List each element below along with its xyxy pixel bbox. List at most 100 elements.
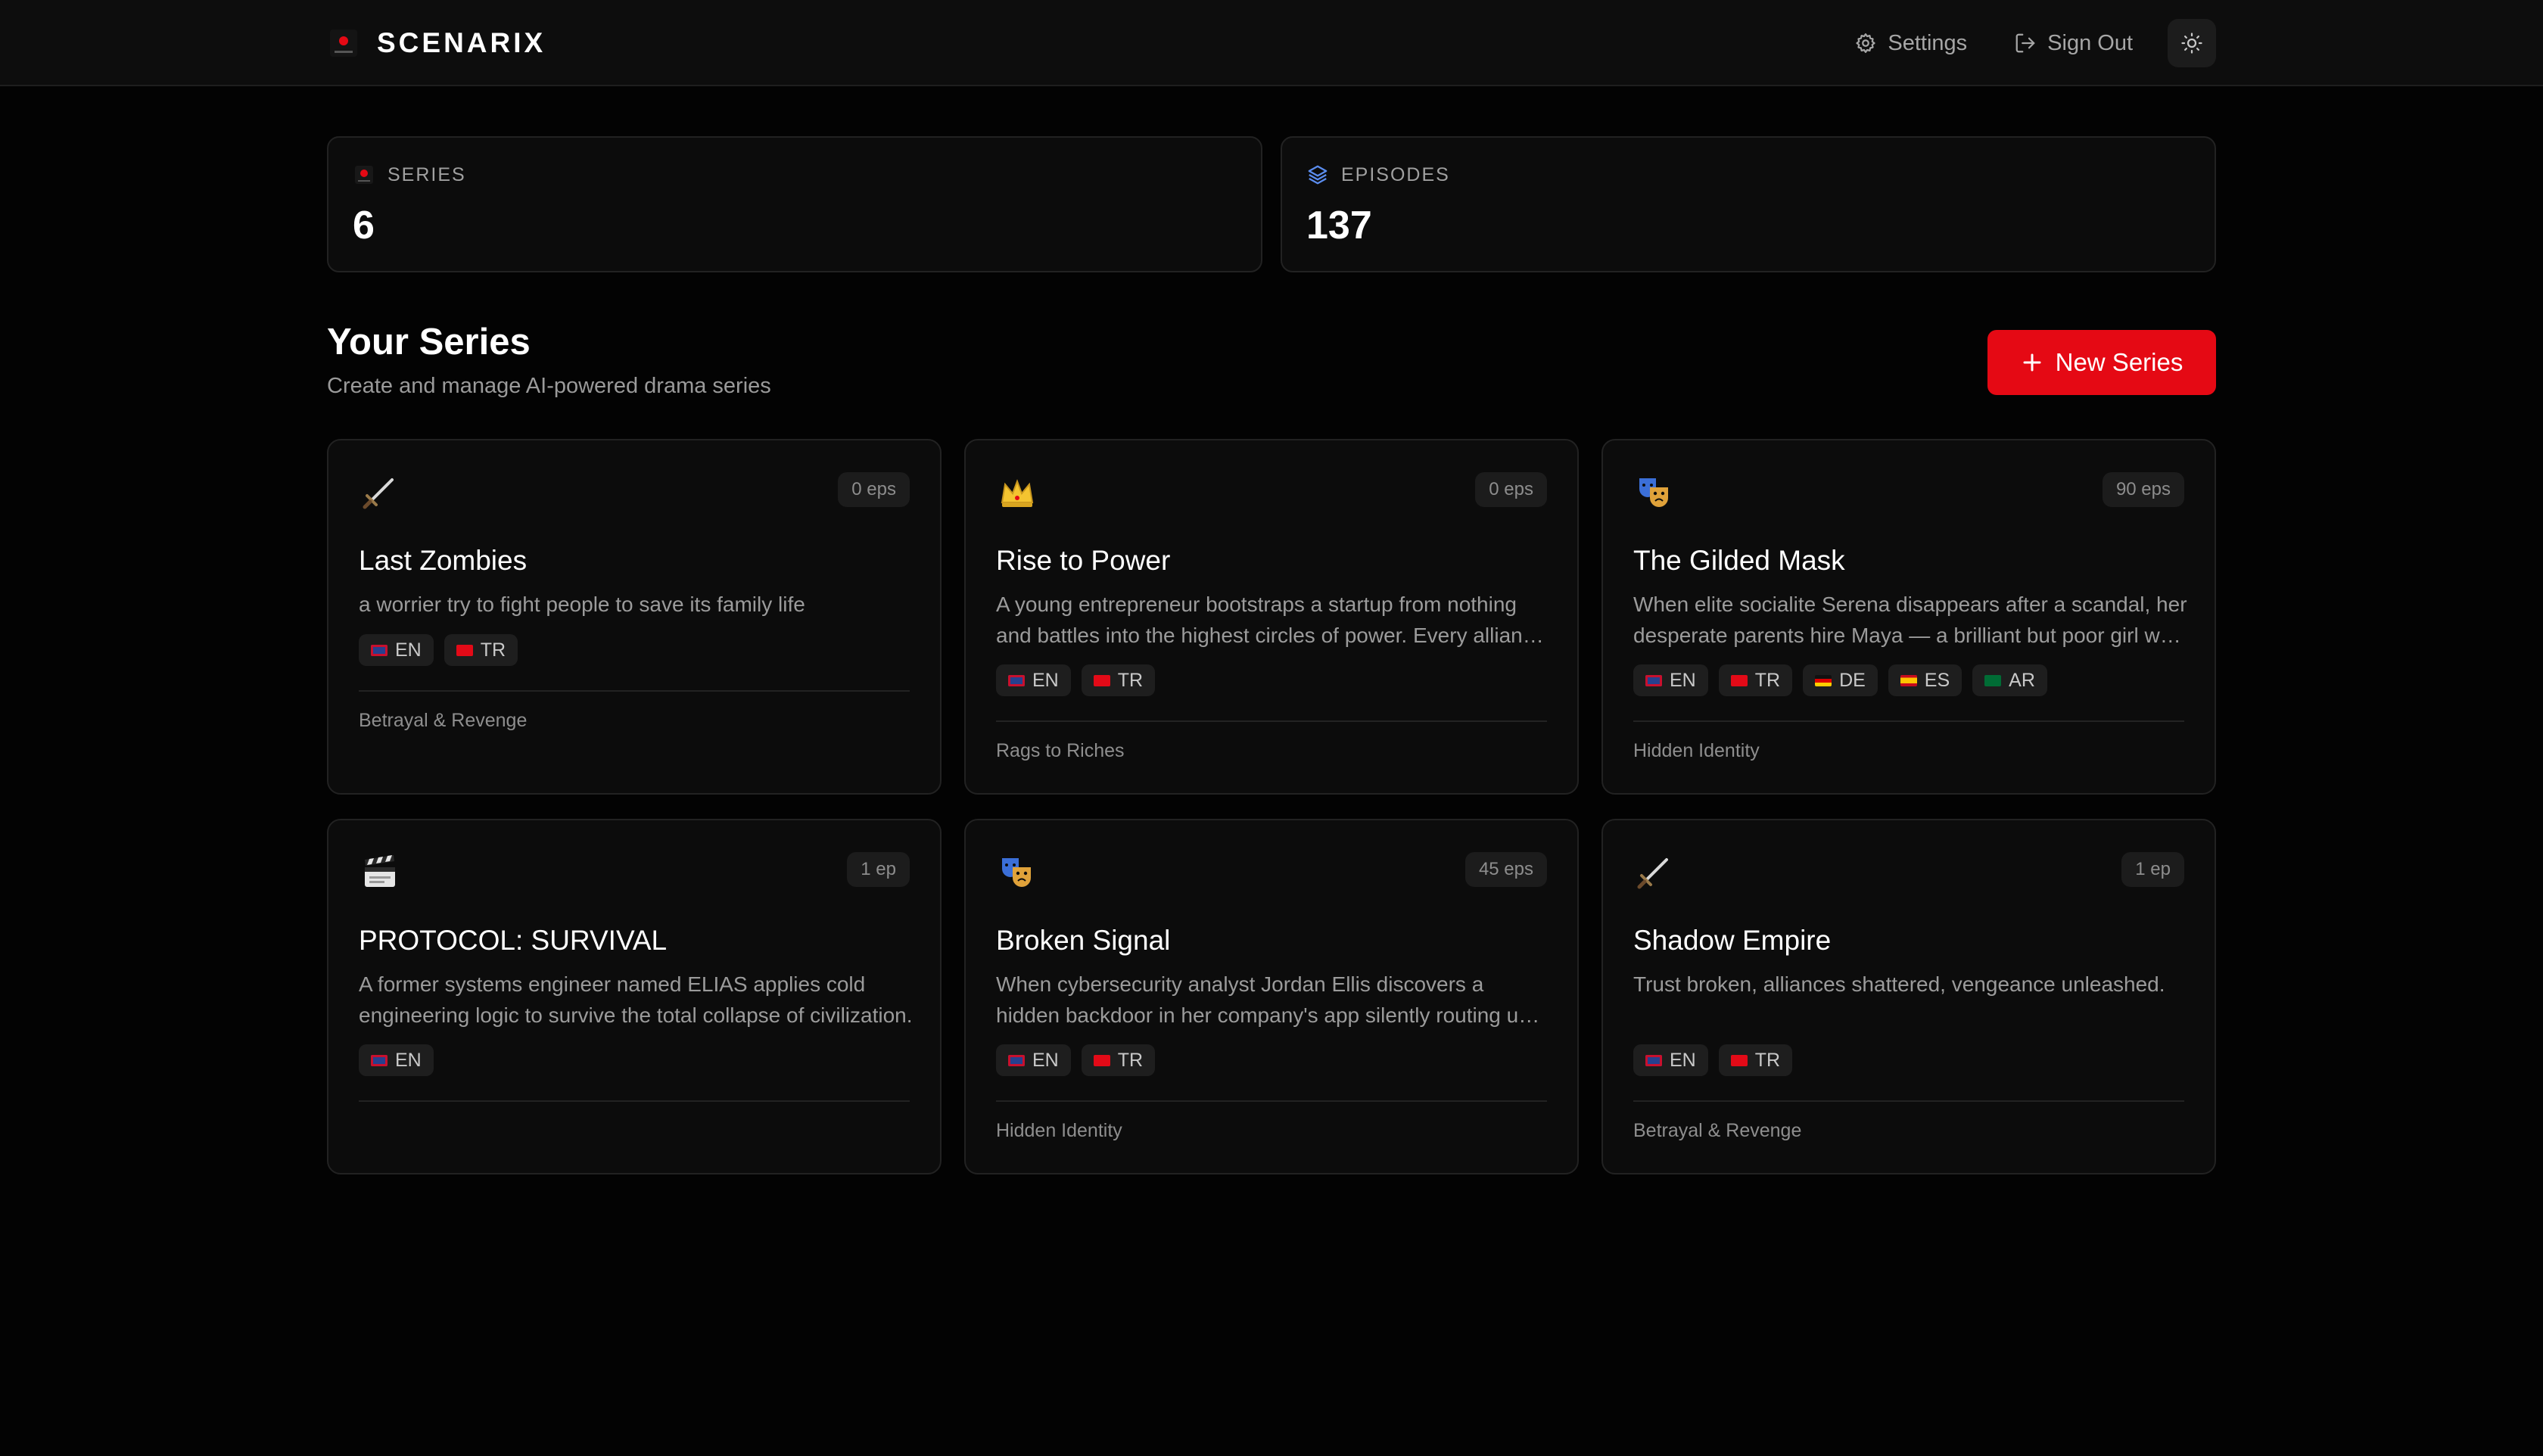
episode-count-badge: 45 eps xyxy=(1464,852,1547,887)
series-title: PROTOCOL: SURVIVAL xyxy=(359,925,668,956)
dagger-icon xyxy=(1637,858,1668,889)
language-badge: EN xyxy=(359,634,434,666)
turkey-flag-icon xyxy=(456,644,473,656)
stat-header: EPISODES xyxy=(1306,163,1450,186)
language-list: EN TR xyxy=(996,1044,1156,1076)
uk-flag-icon xyxy=(371,1054,388,1066)
sun-icon xyxy=(2181,33,2202,54)
stat-value: 137 xyxy=(1306,204,1372,247)
card-divider xyxy=(1633,1100,2184,1102)
series-card[interactable]: 45 eps Broken Signal When cybersecurity … xyxy=(964,819,1579,1174)
settings-label: Settings xyxy=(1888,30,1968,55)
settings-button[interactable]: Settings xyxy=(1838,20,1984,67)
uk-flag-icon xyxy=(1645,1054,1662,1066)
series-title: Last Zombies xyxy=(359,545,528,576)
uk-flag-icon xyxy=(1008,1054,1025,1066)
card-divider xyxy=(996,720,1547,722)
saudi-flag-icon xyxy=(1984,674,2002,686)
episode-count-badge: 90 eps xyxy=(2102,472,2184,507)
stat-card-episodes: EPISODES 137 xyxy=(1281,136,2216,272)
language-badge: TR xyxy=(444,634,518,666)
language-list: EN TR xyxy=(359,634,518,666)
series-description: When cybersecurity analyst Jordan Ellis … xyxy=(996,972,1549,1027)
language-badge: EN xyxy=(359,1044,434,1076)
series-card[interactable]: 1 ep Shadow Empire Trust broken, allianc… xyxy=(1601,819,2216,1174)
plus-icon xyxy=(2023,353,2041,372)
series-genre: Hidden Identity xyxy=(996,1120,1122,1141)
language-badge: TR xyxy=(1718,664,1793,696)
language-badge: TR xyxy=(1718,1044,1793,1076)
brand[interactable]: SCENARIX xyxy=(328,26,546,61)
stat-header: SERIES xyxy=(353,163,466,186)
theme-toggle-button[interactable] xyxy=(2168,19,2216,67)
series-card[interactable]: 0 eps Rise to Power A young entrepreneur… xyxy=(964,439,1579,795)
language-badge: DE xyxy=(1803,664,1878,696)
uk-flag-icon xyxy=(1008,674,1025,686)
series-card[interactable]: 90 eps The Gilded Mask When elite social… xyxy=(1601,439,2216,795)
stat-card-series: SERIES 6 xyxy=(327,136,1262,272)
uk-flag-icon xyxy=(1645,674,1662,686)
theater-masks-icon xyxy=(1002,858,1031,887)
series-genre: Rags to Riches xyxy=(996,740,1125,761)
language-list: EN xyxy=(359,1044,434,1076)
language-badge: EN xyxy=(1633,1044,1708,1076)
card-divider xyxy=(359,690,910,692)
series-description: A young entrepreneur bootstraps a startu… xyxy=(996,593,1545,647)
episode-count-badge: 0 eps xyxy=(838,472,910,507)
language-list: EN TR xyxy=(996,664,1156,696)
top-bar: SCENARIX Settings Sign Out xyxy=(0,0,2543,86)
card-divider xyxy=(1633,720,2184,722)
series-genre: Hidden Identity xyxy=(1633,740,1760,761)
series-card[interactable]: 1 ep PROTOCOL: SURVIVAL A former systems… xyxy=(327,819,942,1174)
episode-count-badge: 1 ep xyxy=(847,852,910,887)
spain-flag-icon xyxy=(1900,674,1917,686)
logo-icon xyxy=(330,30,357,57)
language-badge: AR xyxy=(1972,664,2047,696)
dagger-icon xyxy=(363,478,394,509)
germany-flag-icon xyxy=(1815,674,1832,686)
app-name: SCENARIX xyxy=(377,27,546,58)
series-description: Trust broken, alliances shattered, venge… xyxy=(1633,972,2165,996)
episode-count-badge: 0 eps xyxy=(1475,472,1547,507)
new-series-label: New Series xyxy=(2055,348,2183,376)
language-list: EN TR DE ES AR xyxy=(1633,664,2047,696)
language-badge: ES xyxy=(1888,664,1962,696)
film-icon xyxy=(355,166,373,184)
series-description: A former systems engineer named ELIAS ap… xyxy=(359,972,913,1027)
card-divider xyxy=(996,1100,1547,1102)
series-title: The Gilded Mask xyxy=(1633,545,1845,576)
crown-icon xyxy=(1001,479,1034,507)
language-badge: EN xyxy=(996,664,1071,696)
language-badge: TR xyxy=(1081,1044,1156,1076)
page-title: Your Series xyxy=(327,322,531,362)
turkey-flag-icon xyxy=(1093,1054,1110,1066)
sign-out-button[interactable]: Sign Out xyxy=(1997,20,2149,67)
series-title: Rise to Power xyxy=(996,545,1171,576)
uk-flag-icon xyxy=(371,644,388,656)
series-title: Shadow Empire xyxy=(1633,925,1832,956)
card-divider xyxy=(359,1100,910,1102)
theater-masks-icon xyxy=(1639,478,1668,507)
series-description: a worrier try to fight people to save it… xyxy=(359,593,805,616)
sign-out-icon xyxy=(2015,33,2035,53)
episode-count-badge: 1 ep xyxy=(2121,852,2184,887)
language-list: EN TR xyxy=(1633,1044,1793,1076)
series-title: Broken Signal xyxy=(996,925,1171,956)
series-genre: Betrayal & Revenge xyxy=(359,710,528,731)
series-card[interactable]: 0 eps Last Zombies a worrier try to figh… xyxy=(327,439,942,795)
language-badge: EN xyxy=(996,1044,1071,1076)
top-nav: Settings Sign Out xyxy=(1838,19,2216,67)
gear-icon xyxy=(1856,33,1875,53)
new-series-button[interactable]: New Series xyxy=(1987,330,2216,395)
series-genre: Betrayal & Revenge xyxy=(1633,1120,1802,1141)
sign-out-label: Sign Out xyxy=(2047,30,2133,55)
language-badge: EN xyxy=(1633,664,1708,696)
turkey-flag-icon xyxy=(1093,674,1110,686)
turkey-flag-icon xyxy=(1730,674,1748,686)
layers-icon xyxy=(1308,165,1328,185)
page-subtitle: Create and manage AI-powered drama serie… xyxy=(327,374,771,398)
stat-value: 6 xyxy=(353,204,375,247)
stat-label: EPISODES xyxy=(1341,163,1450,185)
clapperboard-icon xyxy=(365,855,395,887)
series-description: When elite socialite Serena disappears a… xyxy=(1633,593,2187,647)
